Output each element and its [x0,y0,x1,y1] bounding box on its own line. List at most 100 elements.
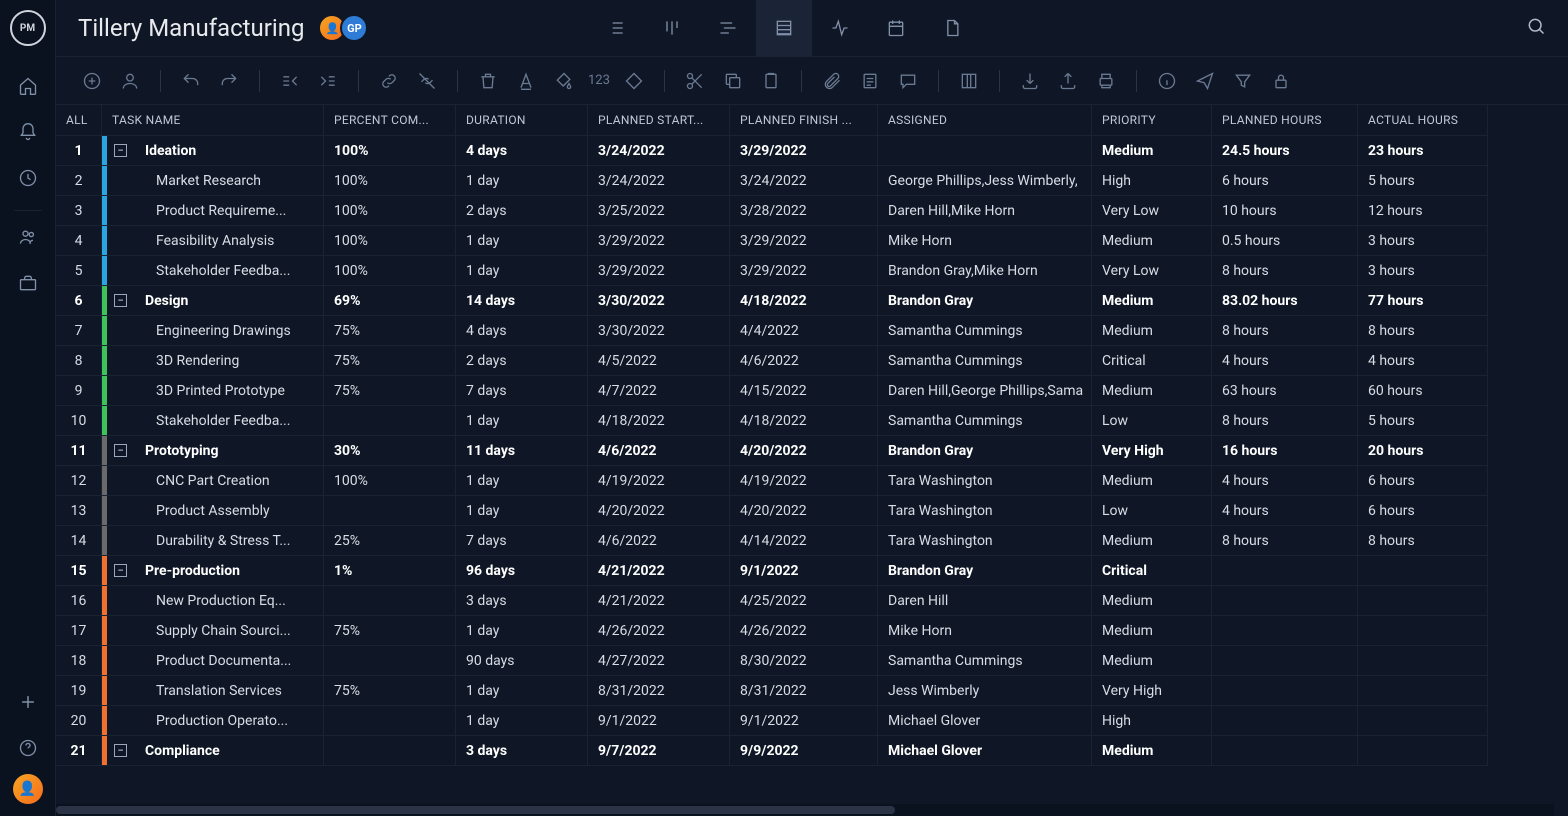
duration-cell[interactable]: 1 day [456,256,588,286]
planned-hours-cell[interactable]: 6 hours [1212,166,1358,196]
percent-cell[interactable]: 69% [324,286,456,316]
planned-hours-cell[interactable]: 16 hours [1212,436,1358,466]
col-finish[interactable]: PLANNED FINISH ... [730,105,878,136]
columns-icon[interactable] [955,67,983,95]
start-cell[interactable]: 9/7/2022 [588,736,730,766]
task-name-cell[interactable]: −Pre-production [102,556,324,586]
task-name-cell[interactable]: Durability & Stress T... [102,526,324,556]
percent-cell[interactable] [324,736,456,766]
clock-icon[interactable] [8,158,48,198]
diamond-icon[interactable] [620,67,648,95]
task-name-cell[interactable]: 3D Rendering [102,346,324,376]
priority-cell[interactable]: Low [1092,496,1212,526]
task-name-cell[interactable]: Product Assembly [102,496,324,526]
task-name-cell[interactable]: Supply Chain Sourci... [102,616,324,646]
collapse-toggle-icon[interactable]: − [114,294,127,307]
row-number[interactable]: 20 [56,706,102,736]
task-name-cell[interactable]: Product Documenta... [102,646,324,676]
assigned-cell[interactable]: Daren Hill [878,586,1092,616]
note-icon[interactable] [856,67,884,95]
view-gantt-icon[interactable] [700,0,756,57]
fill-color-icon[interactable] [550,67,578,95]
percent-cell[interactable]: 100% [324,226,456,256]
finish-cell[interactable]: 4/25/2022 [730,586,878,616]
planned-hours-cell[interactable]: 4 hours [1212,346,1358,376]
add-circle-icon[interactable] [78,67,106,95]
duration-cell[interactable]: 4 days [456,136,588,166]
start-cell[interactable]: 4/27/2022 [588,646,730,676]
planned-hours-cell[interactable]: 8 hours [1212,406,1358,436]
view-list-icon[interactable] [588,0,644,57]
col-assigned[interactable]: ASSIGNED [878,105,1092,136]
finish-cell[interactable]: 4/15/2022 [730,376,878,406]
view-file-icon[interactable] [924,0,980,57]
percent-cell[interactable]: 75% [324,316,456,346]
row-number[interactable]: 12 [56,466,102,496]
assigned-cell[interactable]: Jess Wimberly [878,676,1092,706]
finish-cell[interactable]: 8/31/2022 [730,676,878,706]
col-planned-hours[interactable]: PLANNED HOURS [1212,105,1358,136]
assigned-cell[interactable]: Samantha Cummings [878,316,1092,346]
actual-hours-cell[interactable]: 77 hours [1358,286,1488,316]
row-number[interactable]: 4 [56,226,102,256]
view-calendar-icon[interactable] [868,0,924,57]
priority-cell[interactable]: Medium [1092,136,1212,166]
row-number[interactable]: 11 [56,436,102,466]
grid-scroll[interactable]: ALL TASK NAME PERCENT COM... DURATION PL… [56,105,1568,816]
col-actual-hours[interactable]: ACTUAL HOURS [1358,105,1488,136]
duration-cell[interactable]: 3 days [456,736,588,766]
priority-cell[interactable]: Medium [1092,586,1212,616]
duration-cell[interactable]: 14 days [456,286,588,316]
priority-cell[interactable]: Medium [1092,646,1212,676]
task-name-cell[interactable]: Translation Services [102,676,324,706]
row-number[interactable]: 1 [56,136,102,166]
actual-hours-cell[interactable] [1358,706,1488,736]
start-cell[interactable]: 9/1/2022 [588,706,730,736]
finish-cell[interactable]: 4/26/2022 [730,616,878,646]
percent-cell[interactable]: 75% [324,376,456,406]
finish-cell[interactable]: 3/24/2022 [730,166,878,196]
actual-hours-cell[interactable]: 4 hours [1358,346,1488,376]
assigned-cell[interactable]: Brandon Gray,Mike Horn [878,256,1092,286]
start-cell[interactable]: 4/18/2022 [588,406,730,436]
row-number[interactable]: 21 [56,736,102,766]
actual-hours-cell[interactable]: 8 hours [1358,316,1488,346]
row-number[interactable]: 19 [56,676,102,706]
priority-cell[interactable]: Low [1092,406,1212,436]
percent-cell[interactable]: 100% [324,256,456,286]
percent-cell[interactable]: 100% [324,196,456,226]
row-number[interactable]: 2 [56,166,102,196]
indent-icon[interactable] [314,67,342,95]
row-number[interactable]: 16 [56,586,102,616]
assigned-cell[interactable]: George Phillips,Jess Wimberly, [878,166,1092,196]
percent-cell[interactable]: 1% [324,556,456,586]
duration-cell[interactable]: 11 days [456,436,588,466]
finish-cell[interactable]: 9/1/2022 [730,706,878,736]
planned-hours-cell[interactable] [1212,616,1358,646]
start-cell[interactable]: 4/20/2022 [588,496,730,526]
priority-cell[interactable]: Medium [1092,526,1212,556]
print-icon[interactable] [1092,67,1120,95]
finish-cell[interactable]: 4/14/2022 [730,526,878,556]
trash-icon[interactable] [474,67,502,95]
priority-cell[interactable]: Critical [1092,556,1212,586]
help-icon[interactable] [8,728,48,768]
percent-cell[interactable] [324,646,456,676]
assigned-cell[interactable]: Samantha Cummings [878,646,1092,676]
scrollbar-thumb[interactable] [56,806,895,814]
actual-hours-cell[interactable] [1358,556,1488,586]
briefcase-icon[interactable] [8,263,48,303]
duration-cell[interactable]: 7 days [456,526,588,556]
row-number[interactable]: 18 [56,646,102,676]
task-name-cell[interactable]: New Production Eq... [102,586,324,616]
people-icon[interactable] [8,217,48,257]
row-number[interactable]: 6 [56,286,102,316]
row-number[interactable]: 10 [56,406,102,436]
planned-hours-cell[interactable]: 8 hours [1212,526,1358,556]
copy-icon[interactable] [719,67,747,95]
collapse-toggle-icon[interactable]: − [114,564,127,577]
search-icon[interactable] [1526,16,1546,40]
task-name-cell[interactable]: Market Research [102,166,324,196]
start-cell[interactable]: 3/29/2022 [588,256,730,286]
col-percent[interactable]: PERCENT COM... [324,105,456,136]
